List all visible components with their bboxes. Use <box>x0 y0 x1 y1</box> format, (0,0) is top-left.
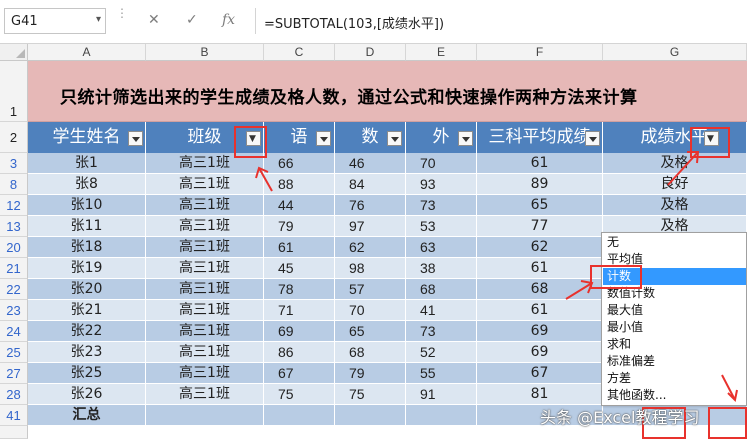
watermark: 头条 @Excel教程学习 <box>540 408 700 427</box>
arrow-icon <box>721 374 736 401</box>
arrow-icon <box>667 151 699 186</box>
annotation-arrows <box>255 151 738 403</box>
